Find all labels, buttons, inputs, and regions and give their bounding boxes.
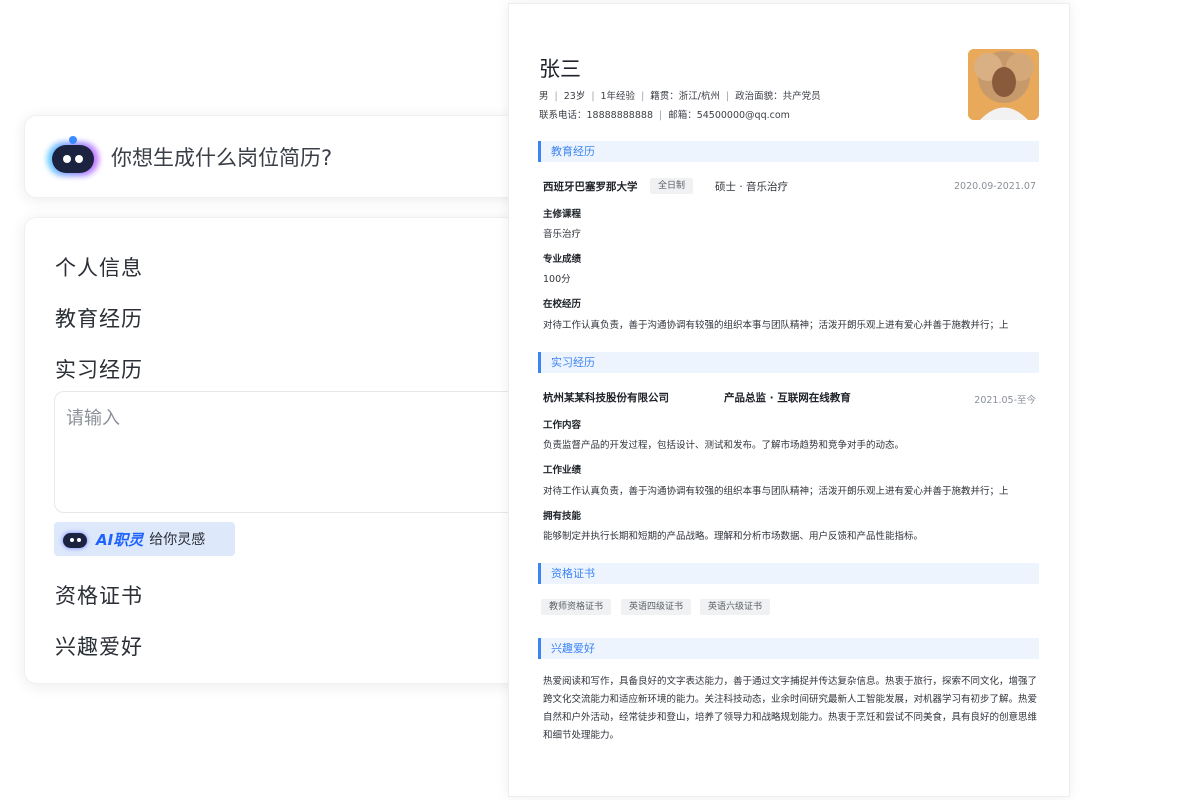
hobbies-text: 热爱阅读和写作，具备良好的文字表达能力，善于通过文字捕捉并传达复杂信息。热衷于旅…: [543, 676, 1038, 741]
skills-label: 拥有技能: [543, 511, 582, 522]
email: 邮箱：54500000@qq.com: [668, 110, 790, 121]
work-performance-value: 对待工作认真负责，善于沟通协调有较强的组织本事与团队精神；活泼开朗乐观上进有爱心…: [543, 486, 1009, 497]
ai-robot-icon: [45, 135, 101, 178]
resume-preview: 张三 男 | 23岁 | 1年经验 | 籍贯：浙江/杭州 | 政治面貌：共产党员 联系电话：18…: [508, 3, 1070, 797]
section-hobbies[interactable]: 兴趣爱好: [55, 631, 143, 661]
section-internship[interactable]: 实习经历: [55, 354, 143, 384]
courses-value: 音乐治疗: [543, 229, 582, 240]
work-content-value: 负责监督产品的开发过程，包括设计、测试和发布。了解市场趋势和竞争对手的动态。: [543, 440, 905, 451]
education-date: 2020.09-2021.07: [954, 181, 1036, 192]
section-personal-info[interactable]: 个人信息: [55, 252, 143, 282]
grade-label: 专业成绩: [543, 254, 582, 265]
ai-inspiration-button[interactable]: AI职灵 给你灵感: [54, 522, 235, 556]
internship-input-placeholder: 请输入: [66, 408, 120, 429]
job-prompt-text: 你想生成什么岗位简历?: [111, 145, 333, 170]
courses-label: 主修课程: [543, 209, 582, 220]
school-name: 西班牙巴塞罗那大学: [543, 181, 638, 193]
section-education[interactable]: 教育经历: [55, 303, 143, 333]
certificate-tag: 教师资格证书: [541, 599, 612, 615]
ai-robot-icon: [62, 530, 88, 548]
work-performance-label: 工作业绩: [543, 465, 582, 476]
job-prompt-card[interactable]: 你想生成什么岗位简历?: [24, 115, 544, 198]
ai-tagline-label: 给你灵感: [149, 532, 206, 548]
certificate-tag: 英语六级证书: [700, 599, 771, 615]
hometown: 籍贯：浙江/杭州: [650, 91, 720, 102]
gender: 男: [539, 91, 549, 102]
avatar: [968, 49, 1039, 120]
grade-value: 100分: [543, 274, 571, 285]
ai-brand-label: AI职灵: [96, 530, 144, 549]
internship-input[interactable]: 请输入: [54, 391, 554, 513]
resume-name: 张三: [539, 57, 581, 81]
internship-date: 2021.05-至今: [974, 395, 1036, 406]
job-position: 产品总监 · 互联网在线教育: [724, 392, 851, 404]
phone: 联系电话：18888888888: [539, 110, 653, 121]
age: 23岁: [563, 91, 586, 102]
resume-contact-info: 联系电话：18888888888 | 邮箱：54500000@qq.com: [539, 110, 790, 121]
degree: 硕士 · 音乐治疗: [715, 181, 789, 193]
resume-basic-info: 男 | 23岁 | 1年经验 | 籍贯：浙江/杭州 | 政治面貌：共产党员: [539, 91, 821, 102]
campus-label: 在校经历: [543, 299, 582, 310]
company-name: 杭州某某科技股份有限公司: [543, 392, 669, 404]
hobbies-section-header: 兴趣爱好: [538, 638, 1039, 659]
campus-value: 对待工作认真负责，善于沟通协调有较强的组织本事与团队精神；活泼开朗乐观上进有爱心…: [543, 320, 1009, 331]
education-section-header: 教育经历: [538, 141, 1039, 162]
study-type-badge: 全日制: [650, 178, 694, 194]
resume-form-card: 个人信息 教育经历 实习经历 请输入 AI职灵 给你灵感 资格证书 兴趣爱好: [24, 217, 554, 684]
section-certificates[interactable]: 资格证书: [55, 580, 143, 610]
skills-value: 能够制定并执行长期和短期的产品战略。理解和分析市场数据、用户反馈和产品性能指标。: [543, 531, 924, 542]
certificates-section-header: 资格证书: [538, 563, 1039, 584]
political-status: 政治面貌：共产党员: [735, 91, 821, 102]
internship-section-header: 实习经历: [538, 352, 1039, 373]
certificate-tag: 英语四级证书: [621, 599, 692, 615]
work-content-label: 工作内容: [543, 420, 582, 431]
experience: 1年经验: [600, 91, 636, 102]
